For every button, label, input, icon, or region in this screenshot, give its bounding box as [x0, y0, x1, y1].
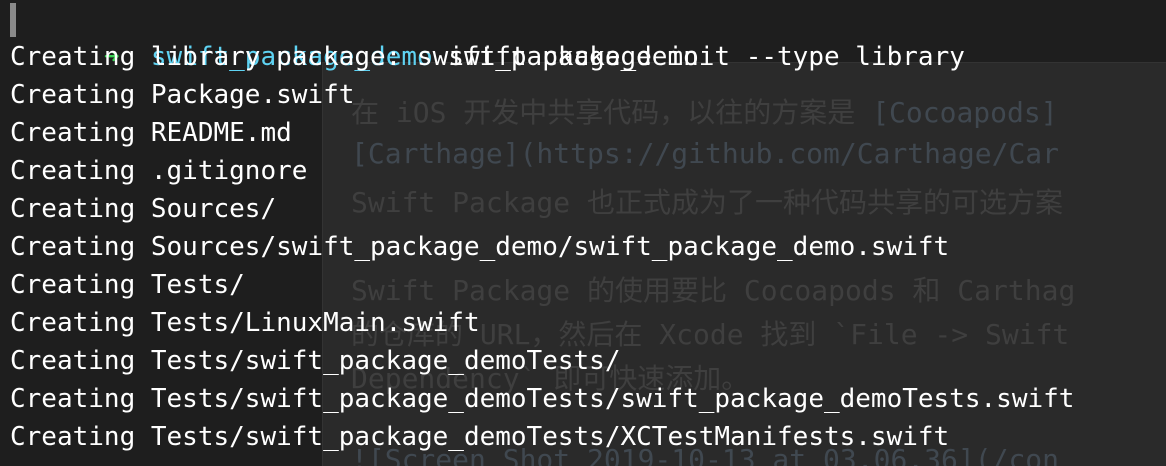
output-line: Creating Sources/ [10, 194, 277, 224]
terminal-window[interactable]: 在 iOS 开发中共享代码，以往的方案是 [Cocoapods] [Cartha… [0, 0, 1166, 466]
background-text-line: [Carthage](https://github.com/Carthage/C… [351, 137, 1060, 170]
output-line: Creating Tests/ [10, 270, 245, 300]
output-line: Creating Tests/swift_package_demoTests/s… [10, 384, 1075, 414]
output-line: Creating README.md [10, 118, 292, 148]
background-text-line: 在 iOS 开发中共享代码，以往的方案是 [Cocoapods] [351, 96, 1058, 129]
output-line: Creating Tests/swift_package_demoTests/ [10, 346, 621, 376]
background-text-line: Swift Package 也正式成为了一种代码共享的可选方案 [351, 186, 1064, 219]
output-line: Creating Tests/LinuxMain.swift [10, 308, 480, 338]
background-text-line: Swift Package 的使用要比 Cocoapods 和 Carthag [351, 274, 1076, 307]
prompt-line: ➜ swift_package_demo swift package init … [10, 0, 965, 72]
output-line: Creating Tests/swift_package_demoTests/X… [10, 422, 950, 452]
output-line: Creating .gitignore [10, 156, 308, 186]
output-line: Creating library package: swift_package_… [10, 42, 699, 72]
output-line: Creating Package.swift [10, 80, 355, 110]
output-line: Creating Sources/swift_package_demo/swif… [10, 232, 950, 262]
mark-bar [10, 3, 16, 37]
